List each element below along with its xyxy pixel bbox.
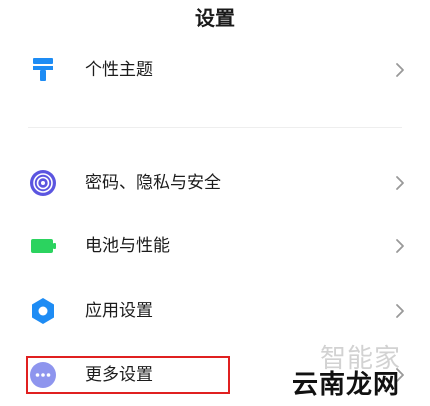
page-title: 设置 [195, 6, 235, 30]
chevron-right-icon [392, 303, 408, 319]
gear-icon [29, 297, 57, 325]
settings-item-label: 密码、隐私与安全 [85, 173, 221, 193]
settings-item-theme[interactable]: 个性主题 [0, 42, 430, 98]
chevron-right-icon [392, 175, 408, 191]
settings-item-label: 电池与性能 [85, 236, 170, 256]
highlight-box [26, 356, 230, 394]
chevron-right-icon [392, 238, 408, 254]
fingerprint-icon [29, 169, 57, 197]
section-divider [28, 127, 402, 128]
settings-item-privacy-security[interactable]: 密码、隐私与安全 [0, 155, 430, 211]
settings-item-label: 个性主题 [85, 60, 153, 80]
settings-item-app-settings[interactable]: 应用设置 [0, 283, 430, 339]
settings-item-label: 应用设置 [85, 301, 153, 321]
watermark-text: 云南龙网 [292, 370, 401, 400]
settings-item-battery-performance[interactable]: 电池与性能 [0, 218, 430, 274]
chevron-right-icon [392, 62, 408, 78]
brush-icon [29, 56, 57, 84]
battery-icon [29, 232, 57, 260]
